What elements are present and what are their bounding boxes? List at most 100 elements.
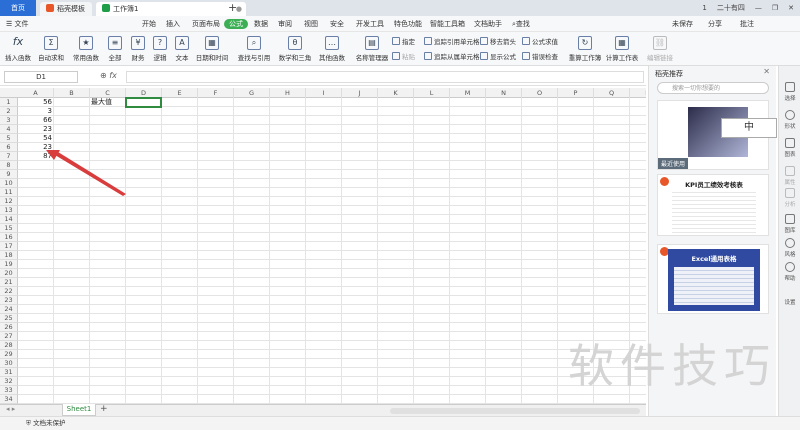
rail-gallery[interactable]: 图库 xyxy=(779,214,800,234)
share-button[interactable]: 分享 xyxy=(708,16,722,32)
math-trig-button[interactable]: θ 数学和三角 xyxy=(276,36,314,62)
row-header-26[interactable]: 26 xyxy=(0,323,18,332)
row-header-9[interactable]: 9 xyxy=(0,170,18,179)
menu-item-review[interactable]: 审阅 xyxy=(278,16,292,32)
row-header-5[interactable]: 5 xyxy=(0,134,18,143)
menu-item-page-layout[interactable]: 页面布局 xyxy=(192,16,220,32)
tab-home[interactable]: 首页 xyxy=(0,0,36,16)
new-tab-button[interactable]: + xyxy=(228,0,237,16)
row-header-3[interactable]: 3 xyxy=(0,116,18,125)
row-header-17[interactable]: 17 xyxy=(0,242,18,251)
row-header-1[interactable]: 1 xyxy=(0,98,18,107)
menu-item-formula[interactable]: 公式 xyxy=(224,19,248,29)
finance-button[interactable]: ¥ 财务 xyxy=(128,36,148,62)
logic-button[interactable]: ? 逻辑 xyxy=(150,36,170,62)
row-header-19[interactable]: 19 xyxy=(0,260,18,269)
menu-item-assistant[interactable]: 文档助手 xyxy=(474,16,502,32)
specify-button[interactable]: 指定 xyxy=(392,36,415,46)
row-header-22[interactable]: 22 xyxy=(0,287,18,296)
menu-item-features[interactable]: 特色功能 xyxy=(394,16,422,32)
restore-button[interactable]: ❐ xyxy=(772,4,778,12)
row-header-11[interactable]: 11 xyxy=(0,188,18,197)
panel-close-icon[interactable]: ✕ xyxy=(763,67,770,76)
zoom-icon[interactable]: ⊕ xyxy=(100,71,107,80)
trace-precedents-button[interactable]: 追踪引用单元格 xyxy=(424,36,480,46)
horizontal-scrollbar[interactable] xyxy=(390,408,640,414)
row-header-12[interactable]: 12 xyxy=(0,197,18,206)
all-functions-button[interactable]: ≡ 全部 xyxy=(104,36,126,62)
row-header-34[interactable]: 34 xyxy=(0,395,18,404)
calc-sheet-button[interactable]: ▦ 计算工作表 xyxy=(604,36,640,62)
panel-search-input[interactable]: 搜索一切你想要的 xyxy=(657,82,769,94)
comment-button[interactable]: 批注 xyxy=(740,16,754,32)
sheet-tab-sheet1[interactable]: Sheet1 xyxy=(62,404,96,416)
menu-item-insert[interactable]: 插入 xyxy=(166,16,180,32)
row-header-10[interactable]: 10 xyxy=(0,179,18,188)
paste-names-button[interactable]: 粘贴 xyxy=(392,51,415,61)
template-card-kpi[interactable]: KPI员工绩效考核表 xyxy=(657,174,769,236)
text-button[interactable]: A 文本 xyxy=(172,36,192,62)
recalc-workbook-button[interactable]: ↻ 重算工作簿 xyxy=(568,36,602,62)
rail-analysis[interactable]: 分析 xyxy=(779,188,800,208)
rail-shape[interactable]: 形状 xyxy=(779,110,800,130)
error-check-button[interactable]: 错误检查 xyxy=(522,51,558,61)
rail-chart[interactable]: 图表 xyxy=(779,138,800,158)
lookup-button[interactable]: ⌕ 查找与引用 xyxy=(234,36,274,62)
menu-item-data[interactable]: 数据 xyxy=(254,16,268,32)
name-manager-button[interactable]: ▤ 名称管理器 xyxy=(354,36,390,62)
date-time-button[interactable]: ▦ 日期和时间 xyxy=(194,36,230,62)
sync-badge[interactable]: 1 xyxy=(702,4,706,12)
rail-select[interactable]: 选择 xyxy=(779,82,800,102)
autosum-button[interactable]: Σ 自动求和 xyxy=(36,36,66,62)
spreadsheet-grid[interactable]: ABCDEFGHIJKLMNOPQR 5636623542387最大值 1234… xyxy=(0,88,646,404)
row-header-20[interactable]: 20 xyxy=(0,269,18,278)
user-name[interactable]: 二十有四 xyxy=(717,3,745,13)
formula-input[interactable] xyxy=(126,71,644,83)
template-card-excel[interactable]: Excel通用表格 xyxy=(657,244,769,314)
rail-property[interactable]: 属性 xyxy=(779,166,800,186)
rail-settings[interactable]: 设置 xyxy=(779,298,800,306)
menu-item-view[interactable]: 视图 xyxy=(304,16,318,32)
menu-item-security[interactable]: 安全 xyxy=(330,16,344,32)
row-header-32[interactable]: 32 xyxy=(0,377,18,386)
rail-style[interactable]: 风格 xyxy=(779,238,800,258)
common-functions-button[interactable]: ★ 常用函数 xyxy=(70,36,102,62)
row-header-29[interactable]: 29 xyxy=(0,350,18,359)
menu-item-toolbox[interactable]: 智能工具箱 xyxy=(430,16,465,32)
menu-item-developer[interactable]: 开发工具 xyxy=(356,16,384,32)
unsaved-button[interactable]: 未保存 xyxy=(672,16,693,32)
close-window-button[interactable]: ✕ xyxy=(788,4,794,12)
rail-help[interactable]: 帮助 xyxy=(779,262,800,282)
doc-protect-status[interactable]: ⛨ 文档未保护 xyxy=(26,419,65,427)
row-header-18[interactable]: 18 xyxy=(0,251,18,260)
row-header-31[interactable]: 31 xyxy=(0,368,18,377)
row-header-8[interactable]: 8 xyxy=(0,161,18,170)
row-header-25[interactable]: 25 xyxy=(0,314,18,323)
other-functions-button[interactable]: … 其他函数 xyxy=(316,36,348,62)
row-header-7[interactable]: 7 xyxy=(0,152,18,161)
row-header-15[interactable]: 15 xyxy=(0,224,18,233)
remove-arrows-button[interactable]: 移去箭头 xyxy=(480,36,516,46)
row-header-21[interactable]: 21 xyxy=(0,278,18,287)
insert-function-button[interactable]: fx 插入函数 xyxy=(4,36,32,63)
minimize-button[interactable]: — xyxy=(755,4,762,12)
menu-item-start[interactable]: 开始 xyxy=(142,16,156,32)
row-header-6[interactable]: 6 xyxy=(0,143,18,152)
floating-ime-badge[interactable]: 中 xyxy=(721,118,777,138)
evaluate-formula-button[interactable]: 公式求值 xyxy=(522,36,558,46)
tab-workbook[interactable]: 工作簿1 ● xyxy=(96,2,246,16)
show-formulas-button[interactable]: 显示公式 xyxy=(480,51,516,61)
trace-dependents-button[interactable]: 追踪从属单元格 xyxy=(424,51,480,61)
row-header-24[interactable]: 24 xyxy=(0,305,18,314)
row-header-16[interactable]: 16 xyxy=(0,233,18,242)
add-sheet-button[interactable]: + xyxy=(100,404,108,414)
row-header-27[interactable]: 27 xyxy=(0,332,18,341)
row-header-33[interactable]: 33 xyxy=(0,386,18,395)
row-header-2[interactable]: 2 xyxy=(0,107,18,116)
tab-template[interactable]: 稻壳模板 xyxy=(40,2,92,16)
name-box[interactable]: D1 xyxy=(4,71,78,83)
sheet-nav-icons[interactable]: ◂ ▸ xyxy=(6,405,15,413)
row-header-28[interactable]: 28 xyxy=(0,341,18,350)
row-header-30[interactable]: 30 xyxy=(0,359,18,368)
edit-links-button[interactable]: ⛓ 编辑链接 xyxy=(644,36,676,62)
